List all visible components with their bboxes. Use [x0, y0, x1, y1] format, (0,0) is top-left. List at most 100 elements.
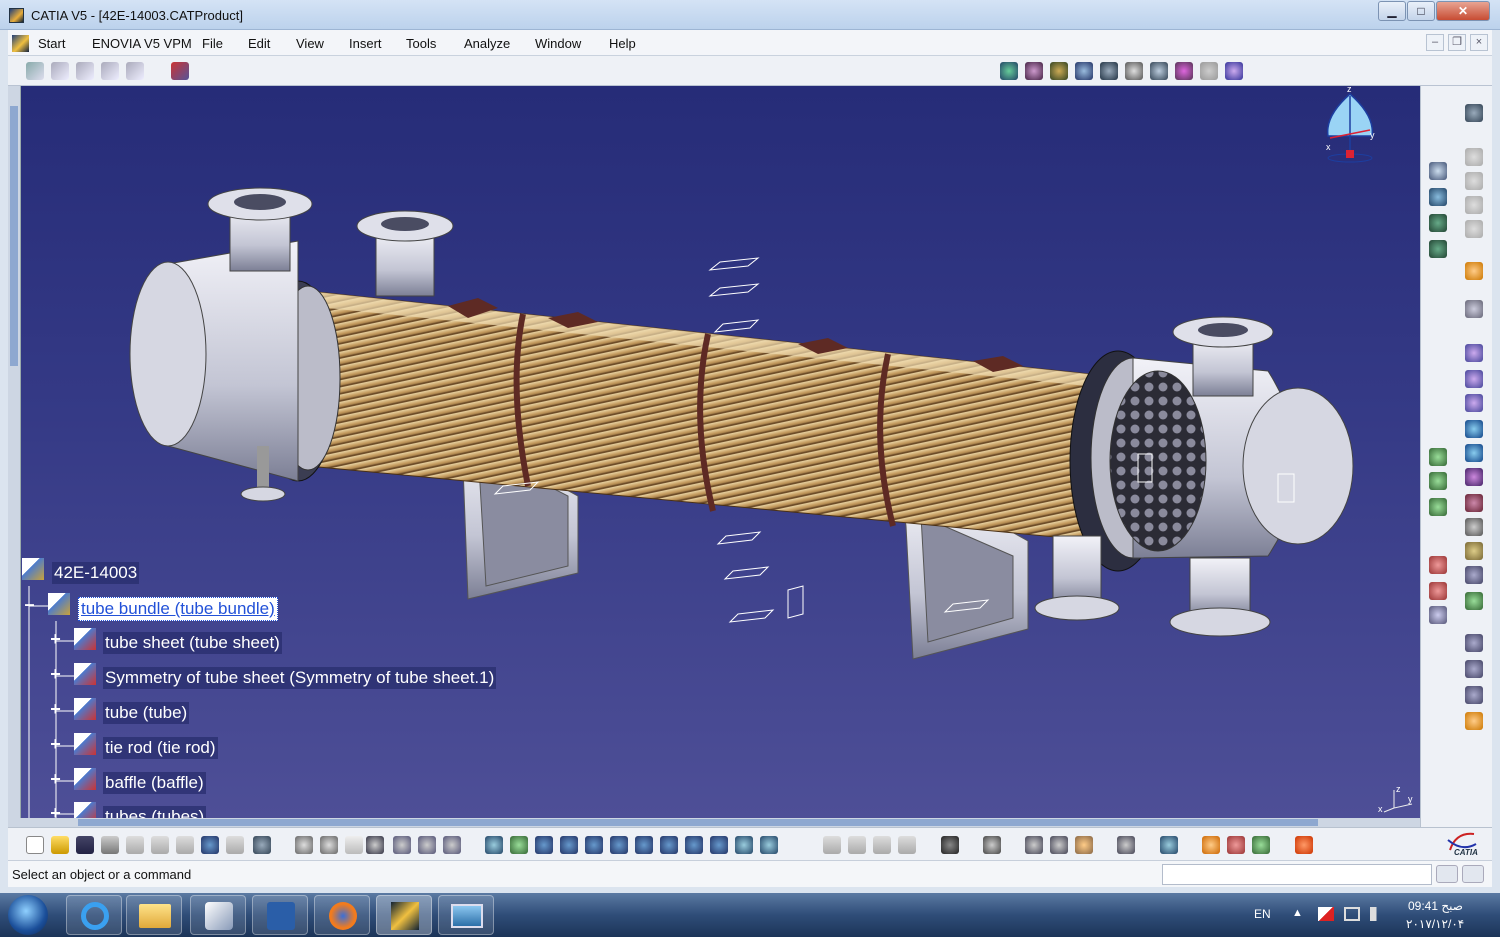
compass-widget[interactable]: z x y	[1320, 86, 1380, 166]
tree-node-tube[interactable]: tube (tube)	[103, 702, 190, 726]
new-product-icon[interactable]	[1429, 188, 1447, 206]
table-icon[interactable]	[366, 836, 384, 854]
tree-reorder-icon[interactable]	[1429, 240, 1447, 258]
start-button[interactable]	[8, 895, 48, 935]
tree-child-label[interactable]: tie rod (tie rod)	[103, 737, 218, 759]
sheet-icon[interactable]	[983, 836, 1001, 854]
comment-icon[interactable]	[345, 836, 363, 854]
normal-view-icon[interactable]	[635, 836, 653, 854]
manipulation-icon[interactable]	[1465, 300, 1483, 318]
workbench-icon[interactable]	[1160, 836, 1178, 854]
menu-view[interactable]: View	[296, 36, 324, 51]
adobe-reader-taskbar-icon[interactable]	[190, 895, 246, 935]
formula-icon[interactable]	[295, 836, 313, 854]
menu-start[interactable]: Start	[38, 36, 65, 51]
tree-expand-icon[interactable]: +	[49, 630, 62, 648]
shading-icon[interactable]	[710, 836, 728, 854]
part-icon[interactable]	[74, 733, 96, 755]
redo-icon[interactable]	[226, 836, 244, 854]
tree-node-tie-rod[interactable]: tie rod (tie rod)	[103, 737, 218, 761]
iso-view-icon[interactable]	[685, 836, 703, 854]
tree-node-root[interactable]: 42E-14003	[52, 562, 140, 586]
tree-expand-icon[interactable]: +	[49, 700, 62, 718]
status-collapse-icon[interactable]	[1462, 865, 1484, 883]
new-icon[interactable]	[26, 836, 44, 854]
firefox-taskbar-icon[interactable]	[314, 895, 370, 935]
vertical-scrollbar[interactable]	[8, 86, 21, 818]
grid-icon[interactable]	[1295, 836, 1313, 854]
close-button[interactable]: ✕	[1436, 1, 1490, 21]
scrollbar-thumb[interactable]	[10, 106, 18, 366]
part-icon[interactable]	[74, 628, 96, 650]
manipulate-icon[interactable]	[1100, 62, 1118, 80]
menu-window[interactable]: Window	[535, 36, 581, 51]
knowledge-advisor-icon[interactable]	[320, 836, 338, 854]
swap-visible-space-icon[interactable]	[760, 836, 778, 854]
sketch-icon[interactable]	[898, 836, 916, 854]
command-input[interactable]	[1162, 864, 1432, 885]
explode-icon[interactable]	[1150, 62, 1168, 80]
manage-representations-icon[interactable]	[126, 62, 144, 80]
scene-icon[interactable]	[1465, 712, 1483, 730]
tube-bundle[interactable]	[307, 290, 1109, 542]
coincidence-icon[interactable]	[1465, 344, 1483, 362]
3d-viewport[interactable]: z x y z x y 42E-14003 – tube bundle (tub…	[8, 86, 1420, 818]
clash-analysis-icon[interactable]	[1465, 566, 1483, 584]
bill-of-material-icon[interactable]	[1465, 592, 1483, 610]
material-icon[interactable]	[1227, 836, 1245, 854]
export-icon[interactable]	[1050, 836, 1068, 854]
replace-component-icon[interactable]	[51, 62, 69, 80]
menu-file[interactable]: File	[202, 36, 223, 51]
fix-together-icon[interactable]	[1465, 444, 1483, 462]
tree-expand-icon[interactable]: +	[49, 770, 62, 788]
new-component-icon[interactable]	[1429, 162, 1447, 180]
clock-time[interactable]: 09:41 صبح	[1408, 899, 1463, 913]
sectioning-icon[interactable]	[1465, 518, 1483, 536]
clash-icon[interactable]	[1175, 62, 1193, 80]
part-icon[interactable]	[74, 768, 96, 790]
show-hidden-icons-icon[interactable]: ▲	[1292, 907, 1303, 919]
tree-root-label[interactable]: 42E-14003	[52, 562, 140, 584]
language-indicator[interactable]: EN	[1254, 907, 1271, 921]
tree-expand-icon[interactable]: +	[49, 665, 62, 683]
constraint-icon[interactable]	[1075, 62, 1093, 80]
fix-icon[interactable]	[1429, 448, 1447, 466]
change-constraint-icon[interactable]	[1429, 498, 1447, 516]
quick-constraint-icon[interactable]	[1429, 472, 1447, 490]
distance-analysis-icon[interactable]	[1429, 606, 1447, 624]
mdi-minimize-button[interactable]: –	[1426, 34, 1444, 51]
zoom-out-icon[interactable]	[610, 836, 628, 854]
product-root-icon[interactable]	[22, 558, 44, 580]
catalog-browser-icon[interactable]	[171, 62, 189, 80]
new-part-icon[interactable]	[1465, 172, 1483, 190]
multi-view-icon[interactable]	[660, 836, 678, 854]
catia-document-icon[interactable]	[12, 35, 29, 52]
link-icon[interactable]	[1117, 836, 1135, 854]
heat-exchanger-model[interactable]	[8, 86, 1420, 818]
define-multi-instantiation-icon[interactable]	[443, 836, 461, 854]
menu-analyze[interactable]: Analyze	[464, 36, 510, 51]
existing-component-icon[interactable]	[1465, 148, 1483, 166]
graph-tree-reordering-icon[interactable]	[76, 62, 94, 80]
tree-child-label[interactable]: tube (tube)	[103, 702, 190, 724]
open-icon[interactable]	[51, 836, 69, 854]
scenes-icon[interactable]	[1225, 62, 1243, 80]
fly-icon[interactable]	[485, 836, 503, 854]
horizontal-scrollbar[interactable]	[8, 818, 1420, 827]
part-icon[interactable]	[74, 698, 96, 720]
publication-icon[interactable]	[1465, 686, 1483, 704]
scrollbar-thumb[interactable]	[78, 819, 1318, 826]
copy-icon[interactable]	[151, 836, 169, 854]
tree-child-label[interactable]: Symmetry of tube sheet (Symmetry of tube…	[103, 667, 497, 689]
menu-edit[interactable]: Edit	[248, 36, 270, 51]
photo-viewer-taskbar-icon[interactable]	[438, 895, 494, 935]
copy-icon[interactable]	[1465, 196, 1483, 214]
menu-enovia[interactable]: ENOVIA V5 VPM	[92, 36, 192, 51]
rotate-icon[interactable]	[560, 836, 578, 854]
previous-icon[interactable]	[873, 836, 891, 854]
bom-icon[interactable]	[1025, 836, 1043, 854]
tree-child-label[interactable]: baffle (baffle)	[103, 772, 206, 794]
flexible-icon[interactable]	[1465, 468, 1483, 486]
fit-all-in-icon[interactable]	[510, 836, 528, 854]
tree-node-tubes[interactable]: tubes (tubes)	[103, 806, 207, 818]
